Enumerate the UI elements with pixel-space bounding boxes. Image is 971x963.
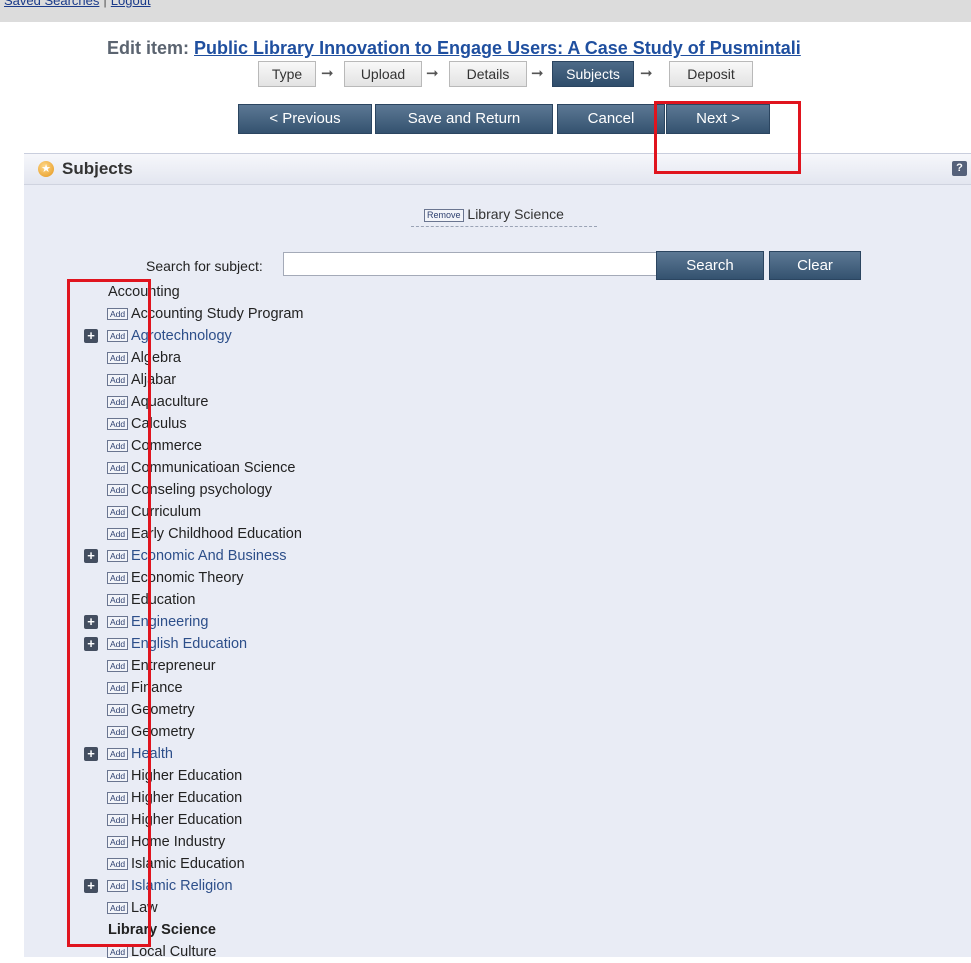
subject-label: Conseling psychology [131,482,273,498]
subjects-panel: ★ Subjects ? Remove Library Science Sear… [24,153,971,960]
previous-button[interactable]: < Previous [238,104,372,134]
logout-link[interactable]: Logout [111,0,151,8]
highlight-box-add-column [67,279,151,947]
panel-header: ★ Subjects ? [24,154,971,185]
add-subject-button[interactable]: Add [107,946,129,958]
item-title-link[interactable]: Public Library Innovation to Engage User… [194,38,801,58]
subject-search-input[interactable] [283,252,659,276]
arrow-right-icon: ➞ [426,65,439,82]
step-details[interactable]: Details [449,61,527,87]
top-bar: Saved Searches | Logout [0,0,971,22]
step-type[interactable]: Type [258,61,316,87]
saved-searches-link[interactable]: Saved Searches [4,0,99,8]
title-prefix: Edit item: [107,38,190,58]
subject-label[interactable]: Economic And Business [131,545,287,567]
star-icon: ★ [38,161,54,177]
step-subjects[interactable]: Subjects [552,61,634,87]
arrow-right-icon: ➞ [531,65,544,82]
selected-subject: Remove Library Science [424,206,564,222]
step-deposit[interactable]: Deposit [669,61,753,87]
divider [411,226,597,227]
selected-subject-label: Library Science [467,206,564,222]
arrow-right-icon: ➞ [640,65,653,82]
page-title: Edit item: Public Library Innovation to … [107,38,801,59]
arrow-right-icon: ➞ [321,65,334,82]
remove-button[interactable]: Remove [424,208,464,222]
save-and-return-button[interactable]: Save and Return [375,104,553,134]
top-links: Saved Searches | Logout [4,0,151,8]
step-upload[interactable]: Upload [344,61,422,87]
clear-button[interactable]: Clear [769,251,861,280]
subject-label: Communicatioan Science [131,460,296,476]
panel-title: Subjects [62,159,133,178]
search-button[interactable]: Search [656,251,764,280]
subject-label: Accounting Study Program [131,306,304,322]
help-icon[interactable]: ? [952,161,967,176]
cancel-button[interactable]: Cancel [557,104,665,134]
highlight-box-next [654,101,801,174]
subject-label: Early Childhood Education [131,526,302,542]
search-label: Search for subject: [146,258,263,274]
